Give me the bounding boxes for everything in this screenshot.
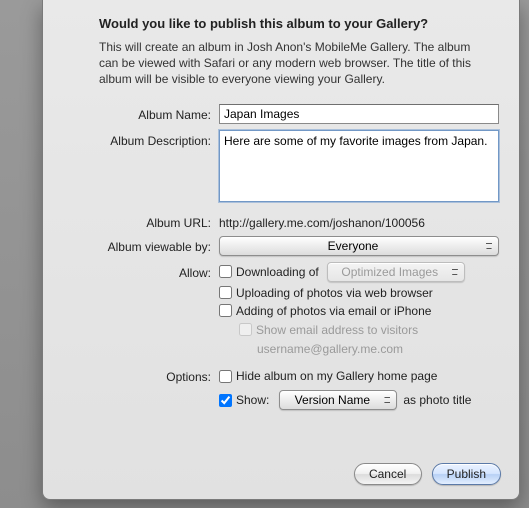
- album-name-label: Album Name:: [59, 106, 219, 122]
- sheet-title: Would you like to publish this album to …: [99, 16, 503, 31]
- allow-adding-label: Adding of photos via email or iPhone: [236, 304, 431, 318]
- hide-album-label: Hide album on my Gallery home page: [236, 369, 437, 383]
- show-title-checkbox[interactable]: [219, 394, 232, 407]
- sheet-description: This will create an album in Josh Anon's…: [99, 39, 483, 88]
- allow-uploading-label: Uploading of photos via web browser: [236, 286, 433, 300]
- show-suffix-label: as photo title: [403, 393, 471, 407]
- publish-sheet: Would you like to publish this album to …: [42, 0, 520, 500]
- email-example: username@gallery.me.com: [257, 341, 503, 358]
- cancel-button[interactable]: Cancel: [354, 463, 422, 485]
- downloading-size-popup: Optimized Images: [327, 262, 465, 282]
- album-url-value: http://gallery.me.com/joshanon/100056: [219, 214, 425, 230]
- show-email-label: Show email address to visitors: [256, 322, 418, 339]
- album-description-input[interactable]: [219, 130, 499, 202]
- allow-downloading-label: Downloading of: [236, 265, 319, 279]
- allow-label: Allow:: [59, 264, 219, 280]
- allow-uploading-checkbox[interactable]: [219, 286, 232, 299]
- show-prefix-label: Show:: [236, 393, 269, 407]
- album-description-label: Album Description:: [59, 130, 219, 148]
- hide-album-checkbox[interactable]: [219, 370, 232, 383]
- allow-downloading-checkbox[interactable]: [219, 265, 232, 278]
- allow-adding-checkbox[interactable]: [219, 304, 232, 317]
- viewable-by-popup[interactable]: Everyone: [219, 236, 499, 256]
- show-email-checkbox: [239, 323, 252, 336]
- show-title-popup[interactable]: Version Name: [279, 390, 397, 410]
- publish-button[interactable]: Publish: [432, 463, 501, 485]
- options-label: Options:: [59, 368, 219, 384]
- album-url-label: Album URL:: [59, 214, 219, 230]
- viewable-by-label: Album viewable by:: [59, 238, 219, 254]
- album-name-input[interactable]: [219, 104, 499, 124]
